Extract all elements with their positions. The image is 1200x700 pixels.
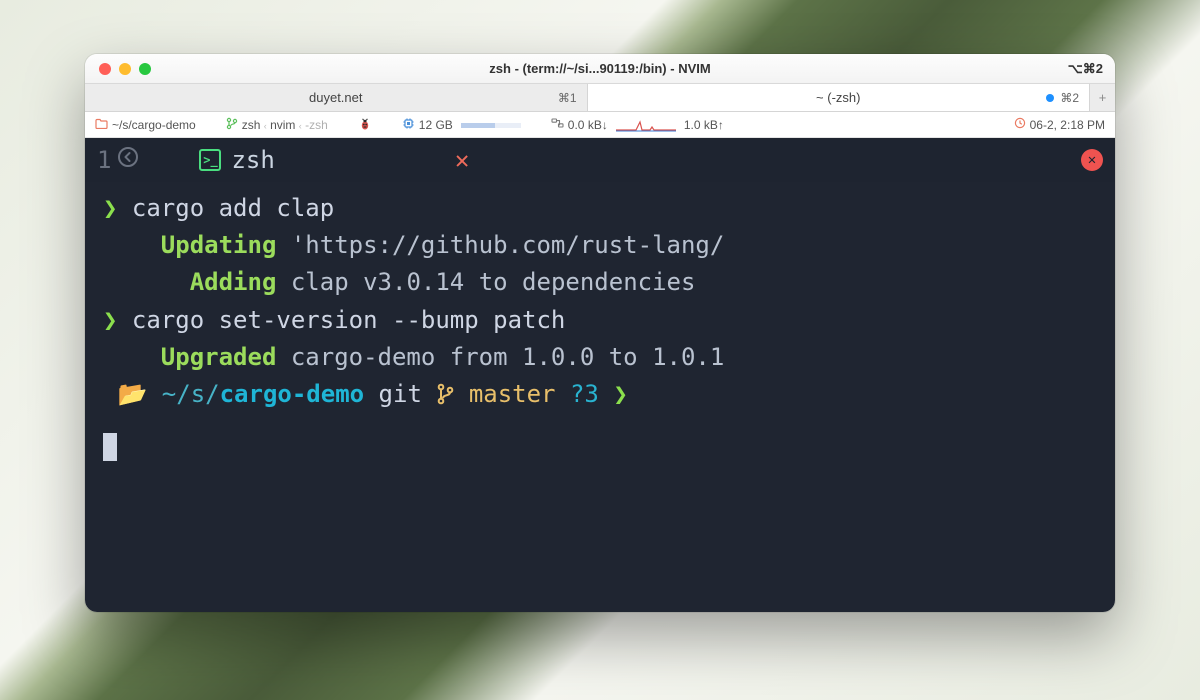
titlebar: zsh - (term://~/si...90119:/bin) - NVIM …	[85, 54, 1115, 84]
tab-label: ~ (-zsh)	[816, 90, 860, 105]
command-text: cargo set-version --bump patch	[132, 306, 565, 334]
status-net-down: 0.0 kB↓	[551, 117, 608, 132]
branch-icon	[226, 117, 238, 133]
minimize-window-button[interactable]	[119, 63, 131, 75]
terminal-icon	[199, 149, 221, 171]
status-clock-text: 06-2, 2:18 PM	[1030, 118, 1105, 132]
tab-shortcut: ⌘2	[1046, 91, 1079, 105]
activity-indicator-icon	[1046, 94, 1054, 102]
clock-icon	[1014, 117, 1026, 132]
net-sparkline	[616, 118, 676, 132]
output-keyword: Updating	[161, 231, 277, 259]
tab-index: 1	[97, 146, 111, 174]
tab-duyet-net[interactable]: duyet.net ⌘1	[85, 84, 588, 111]
tab-label: duyet.net	[309, 90, 363, 105]
status-net-up: 1.0 kB↑	[684, 118, 724, 132]
output-text: 'https://github.com/rust-lang/	[276, 231, 724, 259]
open-folder-icon: 📂	[117, 380, 147, 408]
close-window-button[interactable]	[99, 63, 111, 75]
terminal-line: Adding clap v3.0.14 to dependencies	[103, 264, 1097, 301]
close-tab-icon[interactable]: ✕	[455, 146, 469, 174]
nvim-tab-name: zsh	[231, 146, 274, 174]
cursor	[103, 433, 117, 461]
new-tab-button[interactable]: +	[1089, 84, 1115, 111]
terminal-viewport[interactable]: ❯ cargo add clap Updating 'https://githu…	[85, 182, 1115, 612]
git-branch-name: master	[469, 380, 556, 408]
terminal-window: zsh - (term://~/si...90119:/bin) - NVIM …	[85, 54, 1115, 612]
status-process-text: zsh ‹ nvim ‹ -zsh	[242, 118, 328, 132]
git-branch-icon	[436, 380, 454, 408]
terminal-line: ❯ cargo set-version --bump patch	[103, 302, 1097, 339]
status-process: zsh ‹ nvim ‹ -zsh	[226, 117, 328, 133]
git-untracked-count: ?3	[570, 380, 599, 408]
command-text: cargo add clap	[132, 194, 334, 222]
back-icon[interactable]	[117, 146, 139, 174]
status-cwd: ~/s/cargo-demo	[95, 118, 196, 132]
zoom-window-button[interactable]	[139, 63, 151, 75]
window-title: zsh - (term://~/si...90119:/bin) - NVIM	[85, 61, 1115, 76]
window-controls	[99, 63, 151, 75]
terminal-line: Upgraded cargo-demo from 1.0.0 to 1.0.1	[103, 339, 1097, 376]
terminal-line: ❯ cargo add clap	[103, 190, 1097, 227]
git-label: git	[379, 380, 422, 408]
iterm-tab-row: duyet.net ⌘1 ~ (-zsh) ⌘2 +	[85, 84, 1115, 112]
window-shortcut-hint: ⌥⌘2	[1068, 61, 1103, 77]
status-memory-text: 12 GB	[419, 118, 453, 132]
status-clock: 06-2, 2:18 PM	[1014, 117, 1105, 132]
prompt-path-bold: cargo-demo	[220, 380, 365, 408]
status-bar: ~/s/cargo-demo zsh ‹ nvim ‹ -zsh 12 GB 0…	[85, 112, 1115, 138]
status-memory: 12 GB	[402, 117, 453, 133]
close-all-icon[interactable]: ✕	[1081, 149, 1103, 171]
tab-zsh[interactable]: ~ (-zsh) ⌘2	[588, 84, 1090, 111]
status-cwd-text: ~/s/cargo-demo	[112, 118, 196, 132]
output-text: clap v3.0.14 to dependencies	[276, 268, 695, 296]
prompt-line: 📂 ~/s/cargo-demo git master ?3 ❯	[103, 376, 1097, 413]
terminal-line: Updating 'https://github.com/rust-lang/	[103, 227, 1097, 264]
output-text: cargo-demo from 1.0.0 to 1.0.1	[276, 343, 724, 371]
window-shortcut-label: ⌥⌘2	[1068, 61, 1103, 77]
tab-shortcut: ⌘1	[558, 91, 577, 105]
status-net-up-text: 1.0 kB↑	[684, 118, 724, 132]
output-keyword: Upgraded	[161, 343, 277, 371]
output-keyword: Adding	[190, 268, 277, 296]
folder-icon	[95, 118, 108, 132]
nvim-tabline: 1 zsh ✕ ✕	[85, 138, 1115, 182]
chip-icon	[402, 117, 415, 133]
status-net-down-text: 0.0 kB↓	[568, 118, 608, 132]
network-icon	[551, 117, 564, 132]
bug-icon	[358, 118, 372, 131]
prompt-path-dim: ~/s/	[162, 380, 220, 408]
tab-shortcut-label: ⌘2	[1060, 91, 1079, 105]
memory-sparkline	[461, 118, 521, 132]
